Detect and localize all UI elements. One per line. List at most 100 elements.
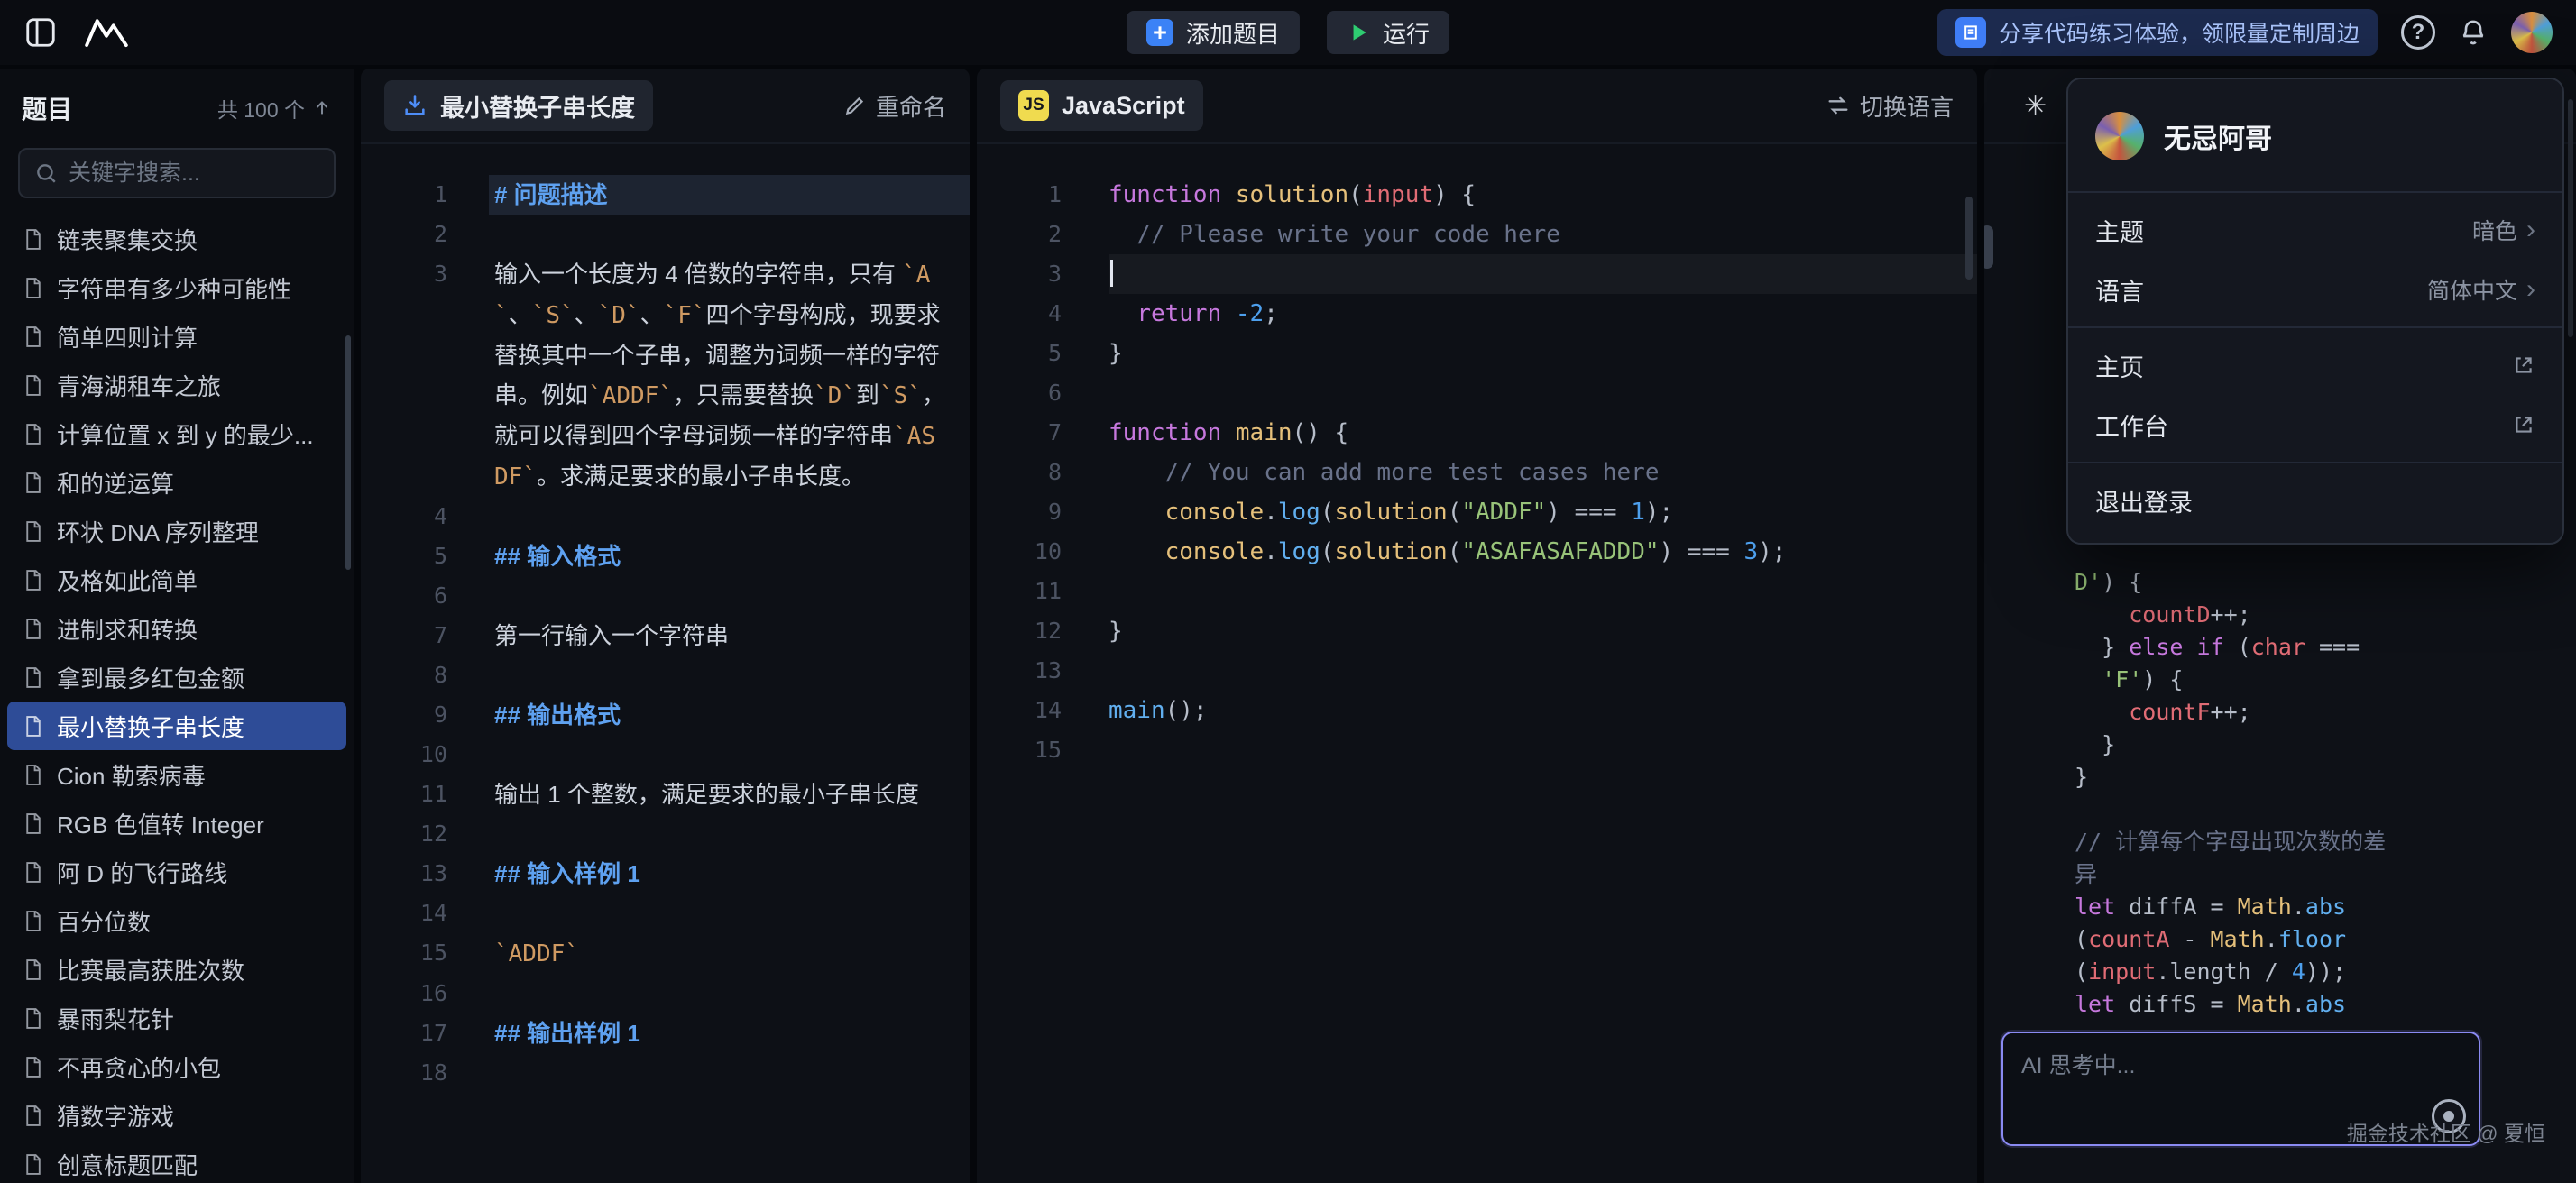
code-line: 4 return -2; (977, 294, 1977, 334)
help-icon[interactable]: ? (2401, 15, 2435, 50)
document-icon (22, 1007, 44, 1030)
ai-scrollbar[interactable] (2568, 99, 2573, 337)
line-number: 9 (977, 492, 1062, 532)
panel-resize-handle[interactable] (1984, 225, 1993, 269)
sidebar-item[interactable]: 计算位置 x 到 y 的最少... (7, 409, 346, 458)
ai-code-line: countF++; (2075, 696, 2553, 729)
menu-item-语言[interactable]: 语言简体中文› (2068, 260, 2562, 319)
sidebar-item[interactable]: 链表聚集交换 (7, 215, 346, 263)
ai-code-line: D') { (2075, 566, 2553, 599)
language-pill[interactable]: JS JavaScript (1000, 80, 1203, 131)
line-number: 3 (977, 254, 1062, 294)
markdown-line-content (489, 894, 970, 933)
code-line-content: return -2; (1109, 294, 1977, 334)
document-icon (22, 1153, 44, 1176)
sparkle-icon: ✳ (2024, 90, 2047, 122)
line-number: 10 (361, 735, 447, 775)
promo-banner[interactable]: 分享代码练习体验，领限量定制周边 (1937, 9, 2378, 56)
menu-item-value (2512, 353, 2535, 377)
switch-language-label: 切换语言 (1860, 89, 1954, 123)
markdown-line: 6 (361, 576, 970, 616)
document-icon (22, 764, 44, 786)
markdown-line-content: 输入一个长度为 4 倍数的字符串，只有 `A`、`S`、`D`、`F`四个字母构… (489, 254, 970, 497)
bell-icon[interactable] (2459, 18, 2488, 47)
rename-label: 重命名 (876, 89, 946, 123)
menu-divider (2068, 326, 2562, 328)
run-label: 运行 (1383, 16, 1430, 50)
sidebar-item[interactable]: 字符串有多少种可能性 (7, 263, 346, 312)
markdown-editor[interactable]: 1# 问题描述23输入一个长度为 4 倍数的字符串，只有 `A`、`S`、`D`… (361, 144, 970, 1183)
menu-item-主页[interactable]: 主页 (2068, 335, 2562, 395)
sidebar-item[interactable]: 进制求和转换 (7, 604, 346, 653)
markdown-line: 10 (361, 735, 970, 775)
document-icon (22, 958, 44, 981)
menu-item-工作台[interactable]: 工作台 (2068, 395, 2562, 454)
menu-item-退出登录[interactable]: 退出登录 (2068, 471, 2562, 530)
sidebar-item[interactable]: 猜数字游戏 (7, 1091, 346, 1140)
sidebar-item[interactable]: 及格如此简单 (7, 555, 346, 604)
add-problem-label: 添加题目 (1186, 16, 1280, 50)
sidebar-scrollbar[interactable] (345, 335, 351, 570)
sidebar-item[interactable]: 拿到最多红包金额 (7, 653, 346, 702)
code-line-content (1109, 254, 1977, 294)
document-icon (22, 910, 44, 932)
markdown-line: 4 (361, 497, 970, 536)
search-box (18, 148, 336, 198)
sidebar-item[interactable]: Cion 勒索病毒 (7, 750, 346, 799)
ai-code-line: } (2075, 729, 2553, 761)
problems-sidebar: 题目 共 100 个 链表聚集交换字符串有多少种可能性简单四则计算青海湖租车之旅… (0, 69, 354, 1183)
sidebar-item[interactable]: 暴雨梨花针 (7, 994, 346, 1042)
add-problem-button[interactable]: + 添加题目 (1127, 11, 1300, 54)
sidebar-item[interactable]: 百分位数 (7, 896, 346, 945)
code-line: 8 // You can add more test cases here (977, 453, 1977, 492)
problem-title-pill[interactable]: 最小替换子串长度 (384, 80, 653, 131)
sort-asc-icon[interactable] (312, 98, 332, 118)
sidebar-item[interactable]: 最小替换子串长度 (7, 702, 346, 750)
play-icon (1347, 21, 1370, 44)
sidebar-toggle-icon[interactable] (23, 15, 58, 50)
code-editor-panel: JS JavaScript 切换语言 1function solution(in… (977, 69, 1977, 1183)
markdown-line-content: ## 输入格式 (489, 536, 970, 576)
line-number: 6 (361, 576, 447, 616)
run-button[interactable]: 运行 (1327, 11, 1449, 54)
markdown-line-content (489, 814, 970, 854)
line-number: 13 (977, 651, 1062, 691)
line-number: 15 (361, 933, 447, 974)
line-number: 5 (361, 536, 447, 576)
watermark: 掘金技术社区 @ 夏恒 (2347, 1116, 2545, 1147)
code-scrollbar[interactable] (1965, 197, 1973, 280)
switch-language-button[interactable]: 切换语言 (1826, 89, 1954, 123)
search-input[interactable] (69, 160, 319, 187)
markdown-line-content (489, 215, 970, 254)
code-line-content: main(); (1109, 691, 1977, 730)
rename-button[interactable]: 重命名 (843, 89, 946, 123)
ai-code-line: // 计算每个字母出现次数的差 (2075, 826, 2553, 858)
sidebar-item[interactable]: 青海湖租车之旅 (7, 361, 346, 409)
markdown-line: 2 (361, 215, 970, 254)
topbar-right: 分享代码练习体验，领限量定制周边 ? (1937, 9, 2553, 56)
sidebar-item[interactable]: 不再贪心的小包 (7, 1042, 346, 1091)
sidebar-item[interactable]: 简单四则计算 (7, 312, 346, 361)
code-line-content (1109, 572, 1977, 611)
line-number: 10 (977, 532, 1062, 572)
markdown-line-content: 第一行输入一个字符串 (489, 616, 970, 656)
sidebar-item[interactable]: 环状 DNA 序列整理 (7, 507, 346, 555)
markdown-line-content (489, 497, 970, 536)
code-editor[interactable]: 1function solution(input) {2 // Please w… (977, 144, 1977, 1183)
markdown-line: 9## 输出格式 (361, 695, 970, 735)
document-icon (22, 228, 44, 251)
sidebar-item[interactable]: 阿 D 的飞行路线 (7, 848, 346, 896)
user-avatar[interactable] (2511, 12, 2553, 53)
code-panel-header: JS JavaScript 切换语言 (977, 69, 1977, 144)
banner-text: 分享代码练习体验，领限量定制周边 (1999, 16, 2360, 49)
line-number: 4 (977, 294, 1062, 334)
sidebar-item[interactable]: RGB 色值转 Integer (7, 799, 346, 848)
menu-item-主题[interactable]: 主题暗色› (2068, 200, 2562, 260)
sidebar-item[interactable]: 比赛最高获胜次数 (7, 945, 346, 994)
sidebar-item[interactable]: 和的逆运算 (7, 458, 346, 507)
app-logo-icon[interactable] (83, 16, 130, 49)
sidebar-item[interactable]: 创意标题匹配 (7, 1140, 346, 1183)
code-line: 3 (977, 254, 1977, 294)
markdown-line: 18 (361, 1053, 970, 1093)
language-label: JavaScript (1062, 92, 1185, 120)
